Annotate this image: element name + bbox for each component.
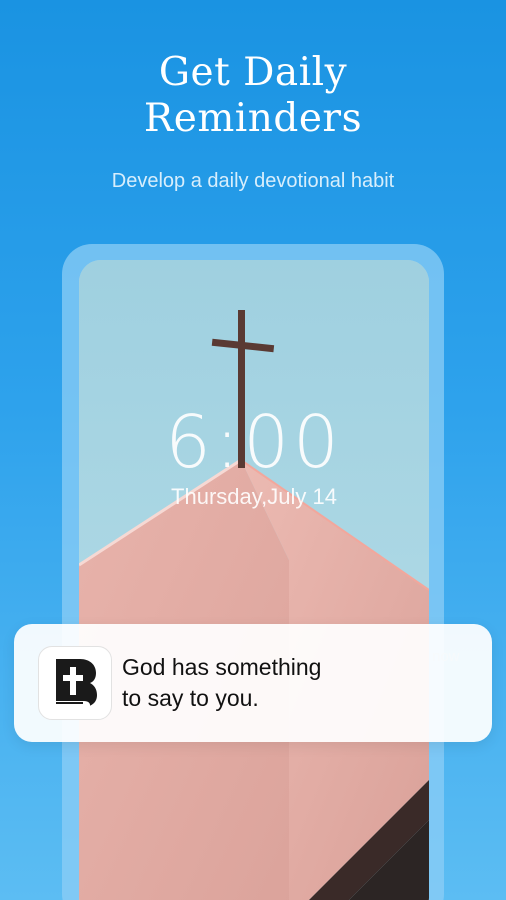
- onboarding-screen: { "headline": { "line1": "Get Daily", "l…: [0, 0, 506, 900]
- headline: Get Daily Reminders: [0, 50, 506, 142]
- notification-message-line-1: God has something: [122, 654, 322, 680]
- headline-line-2: Reminders: [143, 96, 363, 141]
- phone-lock-screen: 6:00 Thursday,July 14: [79, 260, 429, 900]
- lock-screen-time: 6:00: [165, 400, 343, 484]
- bible-app-icon: [38, 646, 112, 720]
- notification-message-line-2: to say to you.: [122, 685, 259, 711]
- reminder-notification[interactable]: God has something to say to you.: [14, 624, 492, 742]
- lock-screen-date: Thursday,July 14: [171, 484, 337, 509]
- notification-message: God has something to say to you.: [122, 652, 422, 714]
- subtitle: Develop a daily devotional habit: [111, 170, 395, 192]
- headline-line-1: Get Daily: [158, 50, 348, 95]
- church-roof-wallpaper: [79, 260, 429, 900]
- bible-cross-icon: [56, 659, 97, 707]
